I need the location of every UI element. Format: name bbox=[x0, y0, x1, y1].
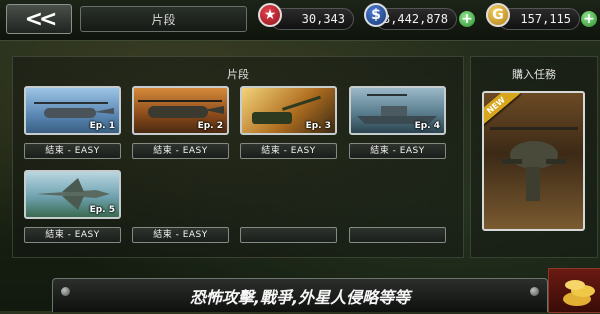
add-gold-button[interactable]: + bbox=[581, 11, 597, 27]
episode-status-2: 結束 - EASY bbox=[132, 143, 229, 159]
episode-card-2[interactable]: Ep. 2 bbox=[132, 86, 229, 135]
gold-coin-icon: G bbox=[486, 3, 510, 27]
buy-mission-panel: 購入任務 NEW bbox=[470, 56, 598, 258]
episode-card-4[interactable]: Ep. 4 bbox=[349, 86, 446, 135]
episode-label: Ep. 1 bbox=[89, 121, 115, 131]
episode-status-slot bbox=[240, 227, 337, 243]
promo-banner-text: 恐怖攻擊,戰爭,外星人侵略等等 bbox=[189, 287, 411, 307]
promo-banner: 恐怖攻擊,戰爭,外星人侵略等等 bbox=[52, 278, 548, 312]
episode-card-1[interactable]: Ep. 1 bbox=[24, 86, 121, 135]
buy-mission-title: 購入任務 bbox=[512, 68, 556, 81]
episode-label: Ep. 4 bbox=[414, 121, 440, 131]
episode-status-slot bbox=[349, 227, 446, 243]
gold-coin-stack-icon bbox=[563, 280, 595, 306]
double-chevron-left-icon: << bbox=[24, 6, 58, 32]
plus-icon: + bbox=[461, 11, 473, 27]
episodes-panel-title: 片段 bbox=[227, 68, 249, 81]
mission-offer-card[interactable]: NEW bbox=[482, 91, 585, 231]
episode-status-3: 結束 - EASY bbox=[240, 143, 337, 159]
star-icon: ★ bbox=[258, 3, 282, 27]
section-title: 片段 bbox=[80, 6, 247, 32]
rivet-icon bbox=[530, 287, 539, 296]
attack-helicopter-icon bbox=[490, 127, 578, 201]
gold-counter: 157,115 bbox=[498, 8, 580, 30]
episode-label: Ep. 2 bbox=[197, 121, 223, 131]
top-bar: << 片段 30,343 ★ 3,442,878 $ + 157,115 G + bbox=[0, 0, 600, 41]
gold-value: 157,115 bbox=[520, 12, 571, 26]
episode-status-4: 結束 - EASY bbox=[349, 143, 446, 159]
stars-counter: 30,343 bbox=[270, 8, 354, 30]
back-button[interactable]: << bbox=[6, 4, 72, 34]
stars-value: 30,343 bbox=[301, 12, 345, 26]
rivet-icon bbox=[61, 287, 70, 296]
episode-status-slot: 結束 - EASY bbox=[132, 227, 229, 243]
episode-label: Ep. 3 bbox=[305, 121, 331, 131]
episode-card-5[interactable]: Ep. 5 bbox=[24, 170, 121, 219]
episode-status-1: 結束 - EASY bbox=[24, 143, 121, 159]
episode-status-5: 結束 - EASY bbox=[24, 227, 121, 243]
dollar-icon: $ bbox=[364, 3, 388, 27]
plus-icon: + bbox=[583, 11, 595, 27]
episode-card-3[interactable]: Ep. 3 bbox=[240, 86, 337, 135]
dollars-value: 3,442,878 bbox=[382, 12, 448, 26]
gold-coins-shop-button[interactable] bbox=[548, 268, 600, 313]
add-dollars-button[interactable]: + bbox=[459, 11, 475, 27]
episode-label: Ep. 5 bbox=[89, 205, 115, 215]
